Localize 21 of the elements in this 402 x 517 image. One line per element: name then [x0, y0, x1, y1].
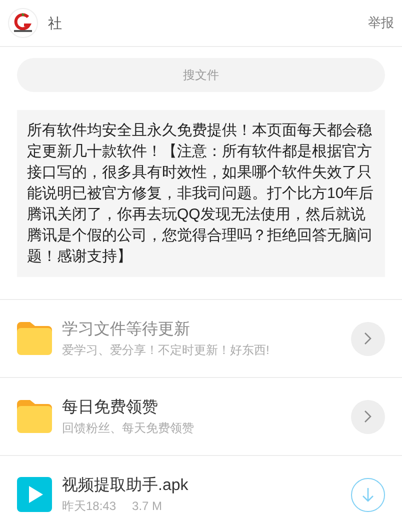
download-button[interactable] [351, 478, 385, 512]
item-title[interactable]: 学习文件等待更新 [62, 318, 270, 340]
chevron-button[interactable] [351, 322, 385, 356]
file-size: 3.7 M [132, 498, 162, 514]
item-subtitle: 回馈粉丝、每天免费领赞 [62, 420, 194, 436]
logo-icon [8, 8, 38, 38]
item-subtitle: 爱学习、爱分享！不定时更新！好东西! [62, 342, 270, 358]
chevron-right-icon [364, 410, 372, 423]
folder-icon [17, 400, 52, 433]
folder-icon [17, 322, 52, 355]
chevron-right-icon [364, 332, 372, 345]
report-link[interactable]: 举报 [368, 13, 394, 33]
notice-text: 所有软件均安全且永久免费提供！本页面每天都会稳定更新几十款软件！【注意：所有软件都是根据官方接口写的，很多具有时效性，如果哪个软件失效了只能说明已被官方修复，非我司问题。打个比方10年后腾讯关闭了，你再去玩QQ发现无法使用，然后就说腾讯是个假的公司，您觉得合理吗？拒绝回答无脑问题！感谢支持】 [17, 110, 385, 277]
header-title: 社 [48, 14, 62, 32]
search-field[interactable]: 搜文件 [17, 58, 385, 92]
chevron-button[interactable] [351, 400, 385, 434]
play-file-icon [17, 477, 52, 512]
file-date: 昨天18:43 [62, 498, 116, 514]
download-icon [362, 486, 374, 502]
item-title[interactable]: 视频提取助手.apk [62, 474, 188, 496]
item-title[interactable]: 每日免费领赞 [62, 396, 194, 418]
